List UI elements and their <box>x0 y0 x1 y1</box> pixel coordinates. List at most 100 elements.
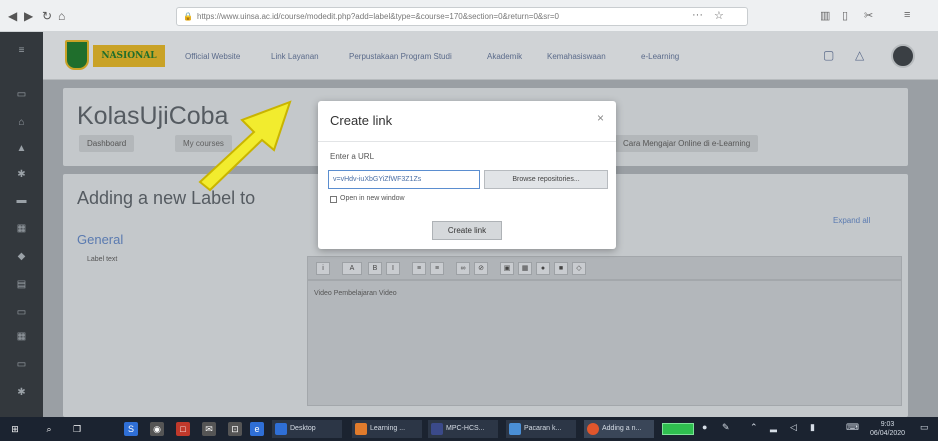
messages-icon[interactable]: ▭ <box>15 360 28 370</box>
breadcrumb-right[interactable]: Cara Mengajar Online di e-Learning <box>615 135 759 152</box>
tray-chevron-icon[interactable]: ⌃ <box>750 422 758 433</box>
calendar-grid-icon[interactable]: ▦ <box>15 332 28 342</box>
folder-icon <box>275 423 287 435</box>
app-icon <box>509 423 521 435</box>
app-icon <box>355 423 367 435</box>
record-audio-icon[interactable]: ● <box>536 262 550 275</box>
folder-icon[interactable]: ▬ <box>15 196 28 206</box>
settings-icon[interactable]: ✱ <box>15 388 28 398</box>
taskbar-app-desktop[interactable]: Desktop <box>272 420 342 438</box>
link-icon[interactable]: ∞ <box>456 262 470 275</box>
media-player-icon <box>431 423 443 435</box>
more-icon[interactable]: ··· <box>692 9 703 21</box>
taskbar-app-pacaran[interactable]: Pacaran k... <box>506 420 576 438</box>
create-link-button[interactable]: Create link <box>432 221 502 240</box>
volume-icon[interactable]: ◁ <box>790 422 797 433</box>
user-avatar[interactable] <box>891 44 915 68</box>
dialog-title: Create link <box>330 113 393 128</box>
calendar-icon[interactable]: ▦ <box>15 224 28 234</box>
back-icon[interactable]: ◀ <box>8 9 17 23</box>
forward-icon[interactable]: ▶ <box>24 9 33 23</box>
menu-item-website[interactable]: Official Website <box>185 52 240 61</box>
network-icon[interactable]: ▂ <box>770 422 777 433</box>
toggle-toolbar-icon[interactable]: i <box>316 262 330 275</box>
menu-item-perpustakaan[interactable]: Perpustakaan Program Studi <box>349 52 452 61</box>
open-new-window-label: Open in new window <box>340 195 405 202</box>
shield-icon <box>65 40 89 70</box>
italic-icon[interactable]: I <box>386 262 400 275</box>
site-logo[interactable]: NASIONAL <box>65 40 165 72</box>
record-video-icon[interactable]: ■ <box>554 262 568 275</box>
bell-icon[interactable]: △ <box>855 48 864 62</box>
files-icon[interactable]: ▭ <box>15 308 28 318</box>
left-sidebar: ≡ ▭ ⌂ ▲ ✱ ▬ ▦ ◆ ▤ ▭ ▦ ▭ ✱ <box>0 32 43 417</box>
taskbar-app-firefox[interactable]: Adding a n... <box>584 420 654 438</box>
menu-item-layanan[interactable]: Link Layanan <box>271 52 319 61</box>
bold-icon[interactable]: B <box>368 262 382 275</box>
store-icon[interactable]: ⊡ <box>228 422 242 436</box>
dashboard-icon[interactable]: ▭ <box>15 90 28 100</box>
label-text-field: Label text <box>87 256 118 263</box>
office-icon[interactable]: □ <box>176 422 190 436</box>
lock-icon: 🔒 <box>183 12 193 21</box>
menu-item-akademik[interactable]: Akademik <box>487 52 522 61</box>
recording-indicator[interactable] <box>662 423 694 435</box>
yellow-arrow-annotation <box>198 100 292 192</box>
skype-icon[interactable]: S <box>124 422 138 436</box>
mail-icon[interactable]: ✉ <box>202 422 216 436</box>
firefox-icon <box>587 423 599 435</box>
reload-icon[interactable]: ↻ <box>42 9 52 23</box>
badge-icon[interactable]: ◆ <box>15 252 28 262</box>
grades-icon[interactable]: ▤ <box>15 280 28 290</box>
hamburger-icon[interactable]: ≡ <box>15 46 28 56</box>
url-input[interactable]: v=vHdv-iuXbGYiZfWF3Z1Zs <box>328 170 480 189</box>
menu-icon[interactable]: ≡ <box>904 9 910 21</box>
address-bar[interactable]: 🔒 https://www.uinsa.ac.id/course/modedit… <box>176 7 748 26</box>
bookmark-icon[interactable]: ☆ <box>714 9 724 22</box>
number-list-icon[interactable]: ≡ <box>430 262 444 275</box>
label-editor[interactable]: Video Pembelajaran Video <box>307 280 902 406</box>
notifications-icon[interactable]: ▭ <box>920 422 929 433</box>
close-icon[interactable]: × <box>597 111 604 125</box>
system-clock[interactable]: 9:03 06/04/2020 <box>870 420 905 438</box>
taskbar-app-learning[interactable]: Learning ... <box>352 420 422 438</box>
url-text: https://www.uinsa.ac.id/course/modedit.p… <box>197 12 560 21</box>
create-link-dialog: Create link × Enter a URL v=vHdv-iuXbGYi… <box>318 101 616 249</box>
browse-repositories-button[interactable]: Browse repositories... <box>484 170 608 189</box>
search-icon[interactable]: ⌕ <box>42 422 56 436</box>
sidebar-icon[interactable]: ▯ <box>842 9 848 22</box>
font-size-icon[interactable]: A <box>342 262 362 275</box>
menu-item-kemahasiswaan[interactable]: Kemahasiswaan <box>547 52 606 61</box>
editor-content: Video Pembelajaran Video <box>314 290 397 297</box>
h5p-icon[interactable]: ◇ <box>572 262 586 275</box>
battery-icon[interactable]: ▮ <box>810 422 815 433</box>
logo-text: NASIONAL <box>93 45 165 67</box>
library-icon[interactable]: ▥ <box>820 9 830 22</box>
windows-start-icon[interactable]: ⊞ <box>8 422 22 436</box>
open-new-window-checkbox[interactable] <box>330 196 337 203</box>
section-general[interactable]: General <box>77 232 123 247</box>
keyboard-icon[interactable]: ⌨ <box>846 422 859 433</box>
gear-icon[interactable]: ✱ <box>15 170 28 180</box>
people-icon[interactable]: ● <box>702 422 707 432</box>
edge-icon[interactable]: e <box>250 422 264 436</box>
media-icon[interactable]: ▦ <box>518 262 532 275</box>
bullet-list-icon[interactable]: ≡ <box>412 262 426 275</box>
unlink-icon[interactable]: ⊘ <box>474 262 488 275</box>
screenshot-icon[interactable]: ✂ <box>864 9 873 22</box>
pen-icon[interactable]: ✎ <box>722 422 730 433</box>
site-header: NASIONAL Official Website Link Layanan P… <box>43 32 938 80</box>
menu-item-elearning[interactable]: e-Learning <box>641 52 679 61</box>
url-label: Enter a URL <box>330 152 375 161</box>
breadcrumb-dashboard[interactable]: Dashboard <box>79 135 135 152</box>
lock-icon[interactable]: ▲ <box>15 144 28 154</box>
task-view-icon[interactable]: ❐ <box>70 422 84 436</box>
expand-all-link[interactable]: Expand all <box>833 216 870 225</box>
home-icon[interactable]: ⌂ <box>15 118 28 128</box>
chat-icon[interactable]: ▢ <box>823 48 834 62</box>
image-icon[interactable]: ▣ <box>500 262 514 275</box>
browser-toolbar: ◀ ▶ ↻ ⌂ 🔒 https://www.uinsa.ac.id/course… <box>0 0 938 32</box>
home-icon[interactable]: ⌂ <box>58 9 65 23</box>
taskbar-app-mpc[interactable]: MPC-HCS... <box>428 420 498 438</box>
camera-icon[interactable]: ◉ <box>150 422 164 436</box>
